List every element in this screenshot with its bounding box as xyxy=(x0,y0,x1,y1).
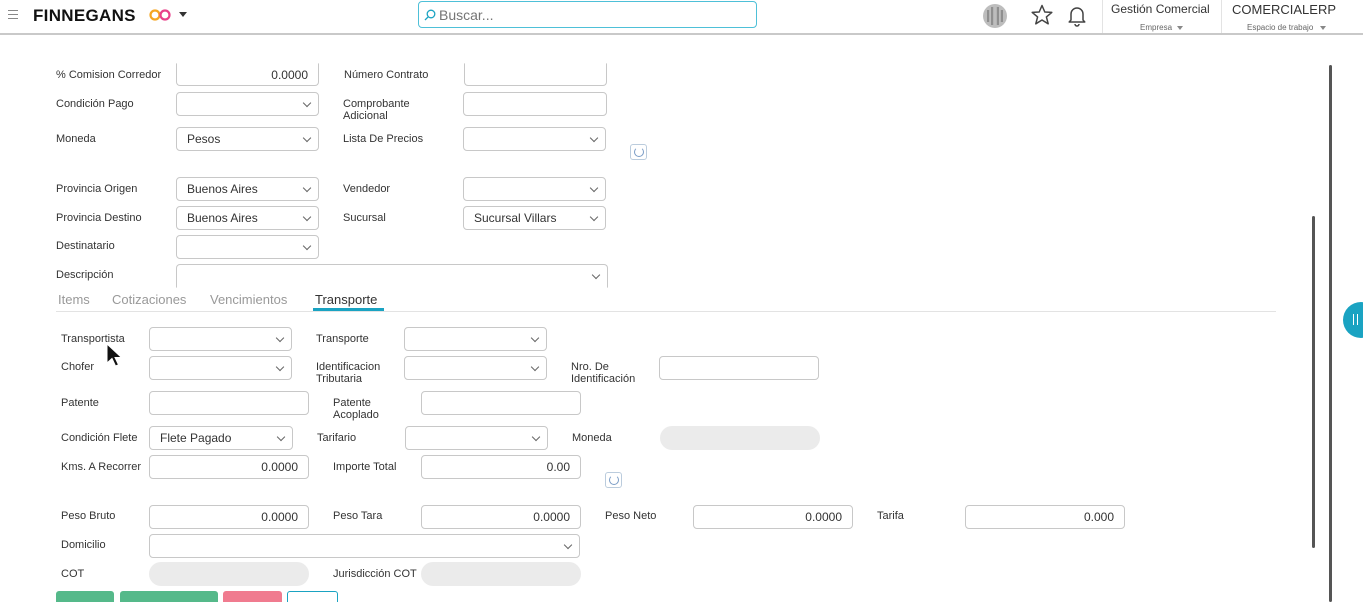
jurisdiccion-cot-label: Jurisdicción COT xyxy=(333,568,417,580)
condicion-pago-label: Condición Pago xyxy=(56,98,134,110)
page-scrollbar-track[interactable] xyxy=(1329,65,1332,602)
outline-action-button[interactable] xyxy=(287,591,338,602)
comprobante-adicional-label: Comprobante Adicional xyxy=(343,98,410,122)
mouse-cursor-icon xyxy=(106,343,123,367)
transportista-select[interactable] xyxy=(149,327,292,351)
moneda-transporte-label: Moneda xyxy=(572,432,612,444)
company-subtitle: Empresa xyxy=(1140,23,1173,32)
lista-precios-label: Lista De Precios xyxy=(343,133,424,145)
tab-items[interactable]: Items xyxy=(58,293,90,307)
user-avatar-icon[interactable] xyxy=(982,3,1008,29)
star-favorite-icon[interactable] xyxy=(1031,4,1053,26)
green-action-button-secondary[interactable] xyxy=(120,591,218,602)
jurisdiccion-cot-readonly xyxy=(421,562,581,586)
inner-scrollbar-thumb[interactable] xyxy=(1312,216,1315,548)
patente-label: Patente xyxy=(61,397,99,409)
lista-precios-select[interactable] xyxy=(463,127,606,151)
toggle-bars-icon xyxy=(1353,314,1358,325)
hamburger-menu-icon[interactable] xyxy=(8,10,18,19)
brand-logo-text[interactable]: FINNEGANS xyxy=(33,6,136,26)
condicion-flete-select[interactable]: Flete Pagado xyxy=(149,426,293,450)
side-panel-toggle[interactable] xyxy=(1343,302,1363,338)
tabs-divider xyxy=(56,311,1276,312)
destinatario-label: Destinatario xyxy=(56,240,115,252)
condicion-pago-select[interactable] xyxy=(176,92,319,116)
importe-total-label: Importe Total xyxy=(333,461,397,473)
provincia-destino-label: Provincia Destino xyxy=(56,212,142,224)
identificacion-tributaria-select[interactable] xyxy=(404,356,547,380)
top-header: FINNEGANS Gestión Comercial Empresa COME… xyxy=(0,0,1363,35)
company-chevron-down-icon xyxy=(1177,26,1183,30)
moneda-select[interactable]: Pesos xyxy=(176,127,319,151)
search-input[interactable] xyxy=(439,5,739,24)
cot-readonly xyxy=(149,562,309,586)
sucursal-label: Sucursal xyxy=(343,212,386,224)
patente-input[interactable] xyxy=(149,391,309,415)
nro-identificacion-input[interactable] xyxy=(659,356,819,380)
peso-neto-label: Peso Neto xyxy=(605,510,657,522)
vendedor-select[interactable] xyxy=(463,177,606,201)
peso-neto-input[interactable]: 0.0000 xyxy=(693,505,853,529)
green-action-button[interactable] xyxy=(56,591,114,602)
provincia-origen-select[interactable]: Buenos Aires xyxy=(176,177,319,201)
lista-precios-refresh-icon[interactable] xyxy=(630,144,647,160)
brand-infinity-icon xyxy=(149,9,171,21)
importe-total-input[interactable]: 0.00 xyxy=(421,455,581,479)
sucursal-select[interactable]: Sucursal Villars xyxy=(463,206,606,230)
kms-recorrer-input[interactable]: 0.0000 xyxy=(149,455,309,479)
comprobante-adicional-input[interactable] xyxy=(463,92,607,116)
transporte-select[interactable] xyxy=(404,327,547,351)
provincia-destino-select[interactable]: Buenos Aires xyxy=(176,206,319,230)
tarifario-label: Tarifario xyxy=(317,432,357,444)
nro-identificacion-label: Nro. De Identificación xyxy=(571,361,636,385)
numero-contrato-label: Número Contrato xyxy=(344,69,429,81)
search-box[interactable] xyxy=(418,1,757,28)
tarifario-select[interactable] xyxy=(405,426,548,450)
peso-bruto-label: Peso Bruto xyxy=(61,510,116,522)
kms-recorrer-label: Kms. A Recorrer xyxy=(61,461,142,473)
importe-refresh-icon[interactable] xyxy=(605,472,622,488)
company-selector[interactable]: Gestión Comercial Empresa xyxy=(1103,0,1221,33)
patente-acoplado-label: Patente Acoplado xyxy=(333,397,379,421)
tarifa-input[interactable]: 0.000 xyxy=(965,505,1125,529)
destinatario-select[interactable] xyxy=(176,235,319,259)
tab-transporte[interactable]: Transporte xyxy=(315,293,377,307)
domicilio-label: Domicilio xyxy=(61,539,106,551)
workspace-subtitle: Espacio de trabajo xyxy=(1247,23,1314,32)
workspace-chevron-down-icon xyxy=(1320,26,1326,30)
company-title: Gestión Comercial xyxy=(1111,2,1210,16)
descripcion-select[interactable] xyxy=(176,264,608,288)
bell-notifications-icon[interactable] xyxy=(1067,5,1087,27)
chofer-select[interactable] xyxy=(149,356,292,380)
peso-tara-input[interactable]: 0.0000 xyxy=(421,505,581,529)
identificacion-tributaria-label: Identificacion Tributaria xyxy=(316,361,381,385)
patente-acoplado-input[interactable] xyxy=(421,391,581,415)
pink-action-button[interactable] xyxy=(223,591,282,602)
tab-vencimientos[interactable]: Vencimientos xyxy=(210,293,287,307)
workspace-title: COMERCIALERP xyxy=(1232,2,1337,17)
chofer-label: Chofer xyxy=(61,361,95,373)
brand-chevron-down-icon[interactable] xyxy=(179,12,187,17)
comision-corredor-label: % Comision Corredor xyxy=(56,69,162,81)
comision-corredor-input[interactable]: 0.0000 xyxy=(176,63,319,86)
descripcion-label: Descripción xyxy=(56,269,114,281)
domicilio-select[interactable] xyxy=(149,534,580,558)
condicion-flete-label: Condición Flete xyxy=(61,432,138,444)
vendedor-label: Vendedor xyxy=(343,183,391,195)
provincia-origen-label: Provincia Origen xyxy=(56,183,138,195)
cot-label: COT xyxy=(61,568,85,580)
peso-tara-label: Peso Tara xyxy=(333,510,383,522)
peso-bruto-input[interactable]: 0.0000 xyxy=(149,505,309,529)
moneda-transporte-readonly xyxy=(660,426,820,450)
transporte-label: Transporte xyxy=(316,333,369,345)
tab-cotizaciones[interactable]: Cotizaciones xyxy=(112,293,186,307)
moneda-label: Moneda xyxy=(56,133,96,145)
tarifa-label: Tarifa xyxy=(877,510,904,522)
search-icon xyxy=(424,9,436,21)
workspace-selector[interactable]: COMERCIALERP Espacio de trabajo xyxy=(1222,0,1363,33)
numero-contrato-input[interactable] xyxy=(464,63,607,86)
